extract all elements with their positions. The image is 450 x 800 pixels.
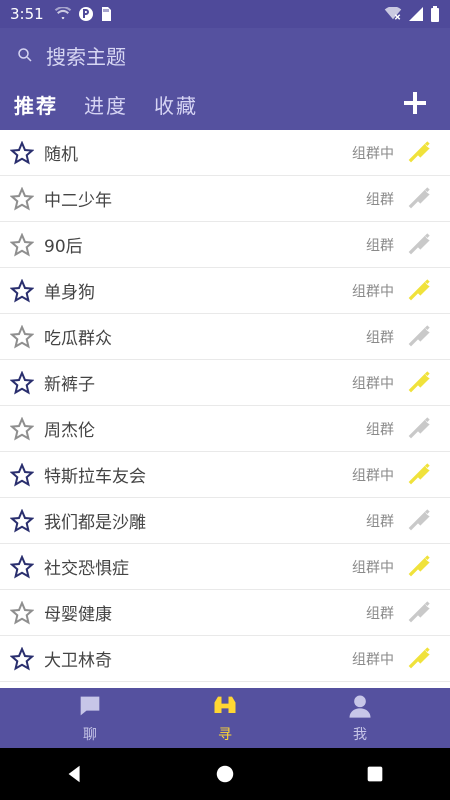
search-icon <box>18 48 32 62</box>
list-item[interactable]: 90后 组群 <box>0 222 450 268</box>
star-icon[interactable] <box>10 278 34 303</box>
star-icon[interactable] <box>10 462 34 487</box>
wifi-off-icon <box>384 7 402 20</box>
list-item-status: 组群中 <box>352 559 394 576</box>
nav-chat-label: 聊 <box>83 727 97 743</box>
list-item-name: 新裤子 <box>44 375 95 395</box>
battery-icon <box>431 6 439 22</box>
chat-icon <box>80 696 100 716</box>
star-icon[interactable] <box>10 600 34 625</box>
list-item[interactable]: 吃瓜群众 组群 <box>0 314 450 360</box>
list-item-name: 特斯拉车友会 <box>44 467 146 487</box>
home-icon[interactable] <box>214 763 236 785</box>
star-icon[interactable] <box>10 232 34 257</box>
signal-icon <box>409 7 423 21</box>
horn-icon[interactable] <box>404 507 432 535</box>
list-item[interactable]: 我们都是沙雕 组群 <box>0 498 450 544</box>
list-item-name: 社交恐惧症 <box>44 559 129 579</box>
horn-icon[interactable] <box>404 369 432 397</box>
status-left-icons: ? <box>54 6 112 22</box>
list-item-status: 组群中 <box>352 467 394 484</box>
list-item-status: 组群中 <box>352 283 394 300</box>
star-icon[interactable] <box>10 324 34 349</box>
status-time: 3:51 <box>10 5 44 23</box>
list-item[interactable]: 母婴健康 组群 <box>0 590 450 636</box>
horn-icon[interactable] <box>404 645 432 673</box>
star-icon[interactable] <box>10 646 34 671</box>
horn-icon[interactable] <box>404 231 432 259</box>
status-right-icons <box>384 6 440 22</box>
nav-chat[interactable]: 聊 <box>50 692 130 744</box>
recents-icon[interactable] <box>364 763 386 785</box>
list-item[interactable]: 随机 组群中 <box>0 130 450 176</box>
list-item-name: 周杰伦 <box>44 421 95 441</box>
star-icon[interactable] <box>10 554 34 579</box>
app-badge-icon <box>78 7 93 21</box>
nav-search-label: 寻 <box>218 727 232 743</box>
tab-bar: 推荐 进度 收藏 <box>14 90 198 119</box>
list-item[interactable]: 特斯拉车友会 组群中 <box>0 452 450 498</box>
nav-me[interactable]: 我 <box>320 692 400 744</box>
add-button[interactable] <box>400 88 430 118</box>
list-item-status: 组群 <box>366 191 394 208</box>
list-item-name: 单身狗 <box>44 283 95 303</box>
search-placeholder: 搜索主题 <box>46 44 126 69</box>
list-item-status: 组群 <box>366 421 394 438</box>
horn-icon[interactable] <box>404 415 432 443</box>
star-icon[interactable] <box>10 508 34 533</box>
list-item-status: 组群中 <box>352 145 394 162</box>
horn-icon[interactable] <box>404 277 432 305</box>
system-nav-bar <box>0 748 450 800</box>
tab-recommend[interactable]: 推荐 <box>14 90 58 119</box>
bottom-nav: 聊 寻 我 <box>0 688 450 748</box>
svg-text:?: ? <box>60 12 63 19</box>
list-item-name: 我们都是沙雕 <box>44 513 146 533</box>
list-item-status: 组群 <box>366 605 394 622</box>
status-bar: 3:51 ? <box>0 0 450 28</box>
list-item[interactable]: 周杰伦 组群 <box>0 406 450 452</box>
list-item-name: 大卫林奇 <box>44 651 112 671</box>
list-item-status: 组群 <box>366 329 394 346</box>
tab-progress[interactable]: 进度 <box>84 90 128 119</box>
list-item-name: 中二少年 <box>44 191 112 211</box>
list-item[interactable]: 中二少年 组群 <box>0 176 450 222</box>
list-item-name: 90后 <box>44 237 83 257</box>
horn-icon[interactable] <box>404 599 432 627</box>
list-item-name: 母婴健康 <box>44 605 112 625</box>
horn-icon[interactable] <box>404 139 432 167</box>
top-bar: 搜索主题 推荐 进度 收藏 <box>0 28 450 130</box>
nav-me-label: 我 <box>353 727 367 743</box>
list-item-status: 组群中 <box>352 651 394 668</box>
search-bar[interactable]: 搜索主题 <box>16 40 126 70</box>
nav-search[interactable]: 寻 <box>185 692 265 744</box>
horn-icon[interactable] <box>404 553 432 581</box>
wifi-question-icon: ? <box>54 7 71 20</box>
list-item-status: 组群中 <box>352 375 394 392</box>
list-item[interactable]: 新裤子 组群中 <box>0 360 450 406</box>
list-item[interactable]: 社交恐惧症 组群中 <box>0 544 450 590</box>
list-item[interactable]: 单身狗 组群中 <box>0 268 450 314</box>
topic-list: 随机 组群中 中二少年 组群 90后 组群 单身狗 组群中 吃瓜群众 组群 新裤子 组群中 周杰伦 组群特… <box>0 130 450 688</box>
list-item[interactable]: 大卫林奇 组群中 <box>0 636 450 682</box>
binoculars-icon <box>214 696 236 713</box>
star-icon[interactable] <box>10 370 34 395</box>
list-item-name: 随机 <box>44 145 78 165</box>
list-item-name: 吃瓜群众 <box>44 329 112 349</box>
back-icon[interactable] <box>64 763 86 785</box>
horn-icon[interactable] <box>404 185 432 213</box>
list-item-status: 组群 <box>366 513 394 530</box>
user-icon <box>349 695 371 718</box>
tab-favorites[interactable]: 收藏 <box>154 90 198 119</box>
star-icon[interactable] <box>10 416 34 441</box>
sd-card-icon <box>101 7 111 21</box>
star-icon[interactable] <box>10 140 34 165</box>
horn-icon[interactable] <box>404 323 432 351</box>
list-item-status: 组群 <box>366 237 394 254</box>
star-icon[interactable] <box>10 186 34 211</box>
horn-icon[interactable] <box>404 461 432 489</box>
